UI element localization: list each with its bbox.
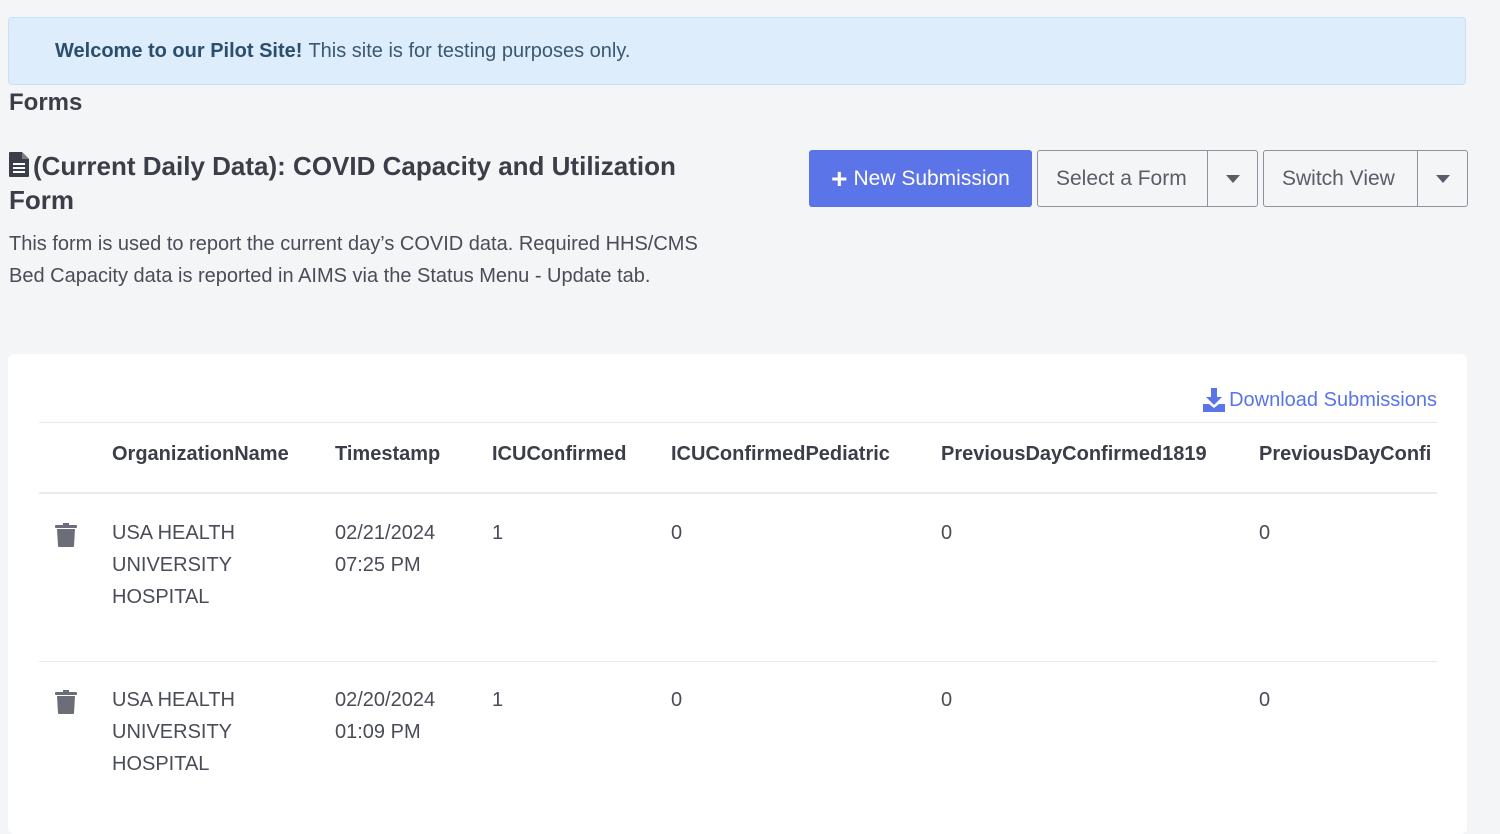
column-header-icu-confirmed-pediatric[interactable]: ICUConfirmedPediatric — [671, 443, 890, 466]
icu-confirmed-cell: 1 — [492, 522, 504, 544]
select-form-button[interactable]: Select a Form — [1038, 151, 1208, 206]
download-submissions-label: Download Submissions — [1229, 388, 1437, 411]
trash-icon — [55, 690, 77, 714]
previous-day-confirmed-cell: 0 — [1259, 689, 1271, 711]
previous-day-confirmed-1819-cell: 0 — [941, 522, 953, 544]
caret-down-icon — [1435, 174, 1450, 183]
previous-day-confirmed-1819-cell: 0 — [941, 689, 953, 711]
new-submission-label: New Submission — [853, 166, 1010, 190]
table-row: USA HEALTH UNIVERSITY HOSPITAL 02/21/202… — [39, 495, 1437, 661]
delete-button[interactable] — [55, 690, 77, 719]
download-icon — [1203, 388, 1226, 412]
form-title: (Current Daily Data): COVID Capacity and… — [9, 150, 709, 216]
form-title-text: (Current Daily Data): COVID Capacity and… — [9, 151, 676, 215]
banner-text: This site is for testing purposes only. — [308, 39, 631, 62]
switch-view-caret[interactable] — [1418, 151, 1467, 206]
section-title: Forms — [9, 89, 83, 116]
download-submissions-link[interactable]: Download Submissions — [1203, 388, 1437, 412]
new-submission-button[interactable]: + New Submission — [809, 150, 1032, 207]
icu-confirmed-pediatric-cell: 0 — [671, 689, 683, 711]
file-text-icon — [9, 152, 29, 184]
caret-down-icon — [1225, 174, 1240, 183]
organization-name-cell: USA HEALTH UNIVERSITY HOSPITAL — [112, 689, 235, 775]
column-header-organization-name[interactable]: OrganizationName — [112, 443, 289, 466]
select-form-dropdown[interactable]: Select a Form — [1037, 150, 1258, 207]
plus-icon: + — [831, 162, 848, 194]
column-header-icu-confirmed[interactable]: ICUConfirmed — [492, 443, 626, 466]
divider — [39, 422, 1437, 423]
submissions-card: Download Submissions OrganizationName Ti… — [8, 354, 1467, 834]
switch-view-button[interactable]: Switch View — [1264, 151, 1419, 206]
select-form-caret[interactable] — [1208, 151, 1257, 206]
trash-icon — [55, 523, 77, 547]
form-description: This form is used to report the current … — [9, 233, 698, 287]
previous-day-confirmed-cell: 0 — [1259, 522, 1271, 544]
icu-confirmed-cell: 1 — [492, 689, 504, 711]
column-header-previous-day-confirmed[interactable]: PreviousDayConfi — [1259, 443, 1431, 466]
timestamp-cell: 02/21/2024 07:25 PM — [335, 522, 436, 576]
organization-name-cell: USA HEALTH UNIVERSITY HOSPITAL — [112, 522, 235, 608]
table-row: USA HEALTH UNIVERSITY HOSPITAL 02/20/202… — [39, 662, 1437, 828]
column-header-previous-day-confirmed-1819[interactable]: PreviousDayConfirmed1819 — [941, 443, 1207, 466]
timestamp-cell: 02/20/2024 01:09 PM — [335, 689, 436, 743]
header-divider — [39, 492, 1437, 494]
delete-button[interactable] — [55, 523, 77, 552]
switch-view-dropdown[interactable]: Switch View — [1263, 150, 1468, 207]
icu-confirmed-pediatric-cell: 0 — [671, 522, 683, 544]
column-header-timestamp[interactable]: Timestamp — [335, 443, 440, 466]
table-header: OrganizationName Timestamp ICUConfirmed … — [39, 424, 1437, 492]
pilot-site-banner: Welcome to our Pilot Site! This site is … — [8, 17, 1466, 85]
banner-bold-text: Welcome to our Pilot Site! — [55, 39, 303, 62]
